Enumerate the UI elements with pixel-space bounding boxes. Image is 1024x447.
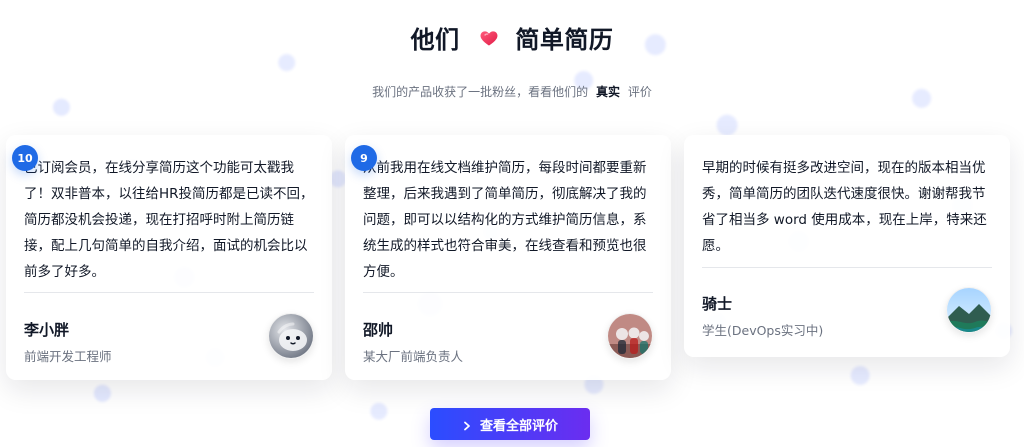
section-subtitle: 我们的产品收获了一批粉丝，看看他们的 真实 评价: [0, 83, 1024, 100]
view-all-reviews-button[interactable]: 查看全部评价: [430, 408, 590, 440]
author-block: 骑士 学生(DevOps实习中): [702, 287, 992, 339]
testimonial-cards: 10 已订阅会员，在线分享简历这个功能可太戳我了！双非普本，以往给HR投简历都是…: [6, 135, 1016, 380]
avatar: [946, 287, 992, 333]
title-left: 他们: [410, 26, 460, 54]
count-badge: 9: [351, 145, 377, 171]
subtitle-prefix: 我们的产品收获了一批粉丝，看看他们的: [372, 85, 589, 99]
avatar-icon: [269, 314, 313, 358]
testimonial-card: 9 从前我用在线文档维护简历，每段时间都要重新整理，后来我遇到了简单简历，彻底解…: [345, 135, 671, 380]
divider: [702, 267, 992, 268]
avatar: [607, 313, 653, 359]
author-block: 邵帅 某大厂前端负责人: [363, 313, 653, 365]
section-title: 他们 简单简历: [0, 20, 1024, 55]
testimonial-text: 早期的时候有挺多改进空间，现在的版本相当优秀，简单简历的团队迭代速度很快。谢谢帮…: [702, 160, 987, 254]
testimonial-card: 早期的时候有挺多改进空间，现在的版本相当优秀，简单简历的团队迭代速度很快。谢谢帮…: [684, 135, 1010, 357]
divider: [24, 292, 314, 293]
testimonials-section: 他们 简单简历 我们的产品收获了一批粉丝，看看他们的 真实 评价 10 已订阅会…: [0, 0, 1024, 447]
subtitle-highlight: 真实: [595, 85, 620, 99]
heart-icon: [479, 26, 499, 46]
testimonial-text: 已订阅会员，在线分享简历这个功能可太戳我了！双非普本，以往给HR投简历都是已读不…: [24, 160, 314, 280]
testimonial-card: 10 已订阅会员，在线分享简历这个功能可太戳我了！双非普本，以往给HR投简历都是…: [6, 135, 332, 380]
cta-label: 查看全部评价: [479, 417, 558, 433]
avatar-icon: [608, 314, 652, 358]
avatar-icon: [947, 288, 991, 332]
count-badge: 10: [12, 145, 38, 171]
author-role: 前端开发工程师: [24, 349, 112, 364]
testimonial-text: 从前我用在线文档维护简历，每段时间都要重新整理，后来我遇到了简单简历，彻底解决了…: [363, 160, 647, 280]
chevron-right-icon: [462, 419, 472, 431]
author-block: 李小胖 前端开发工程师: [24, 313, 314, 365]
subtitle-suffix: 评价: [627, 85, 652, 99]
divider: [363, 292, 653, 293]
avatar: [268, 313, 314, 359]
author-role: 某大厂前端负责人: [363, 349, 464, 364]
title-right: 简单简历: [515, 26, 614, 54]
author-role: 学生(DevOps实习中): [702, 323, 824, 338]
